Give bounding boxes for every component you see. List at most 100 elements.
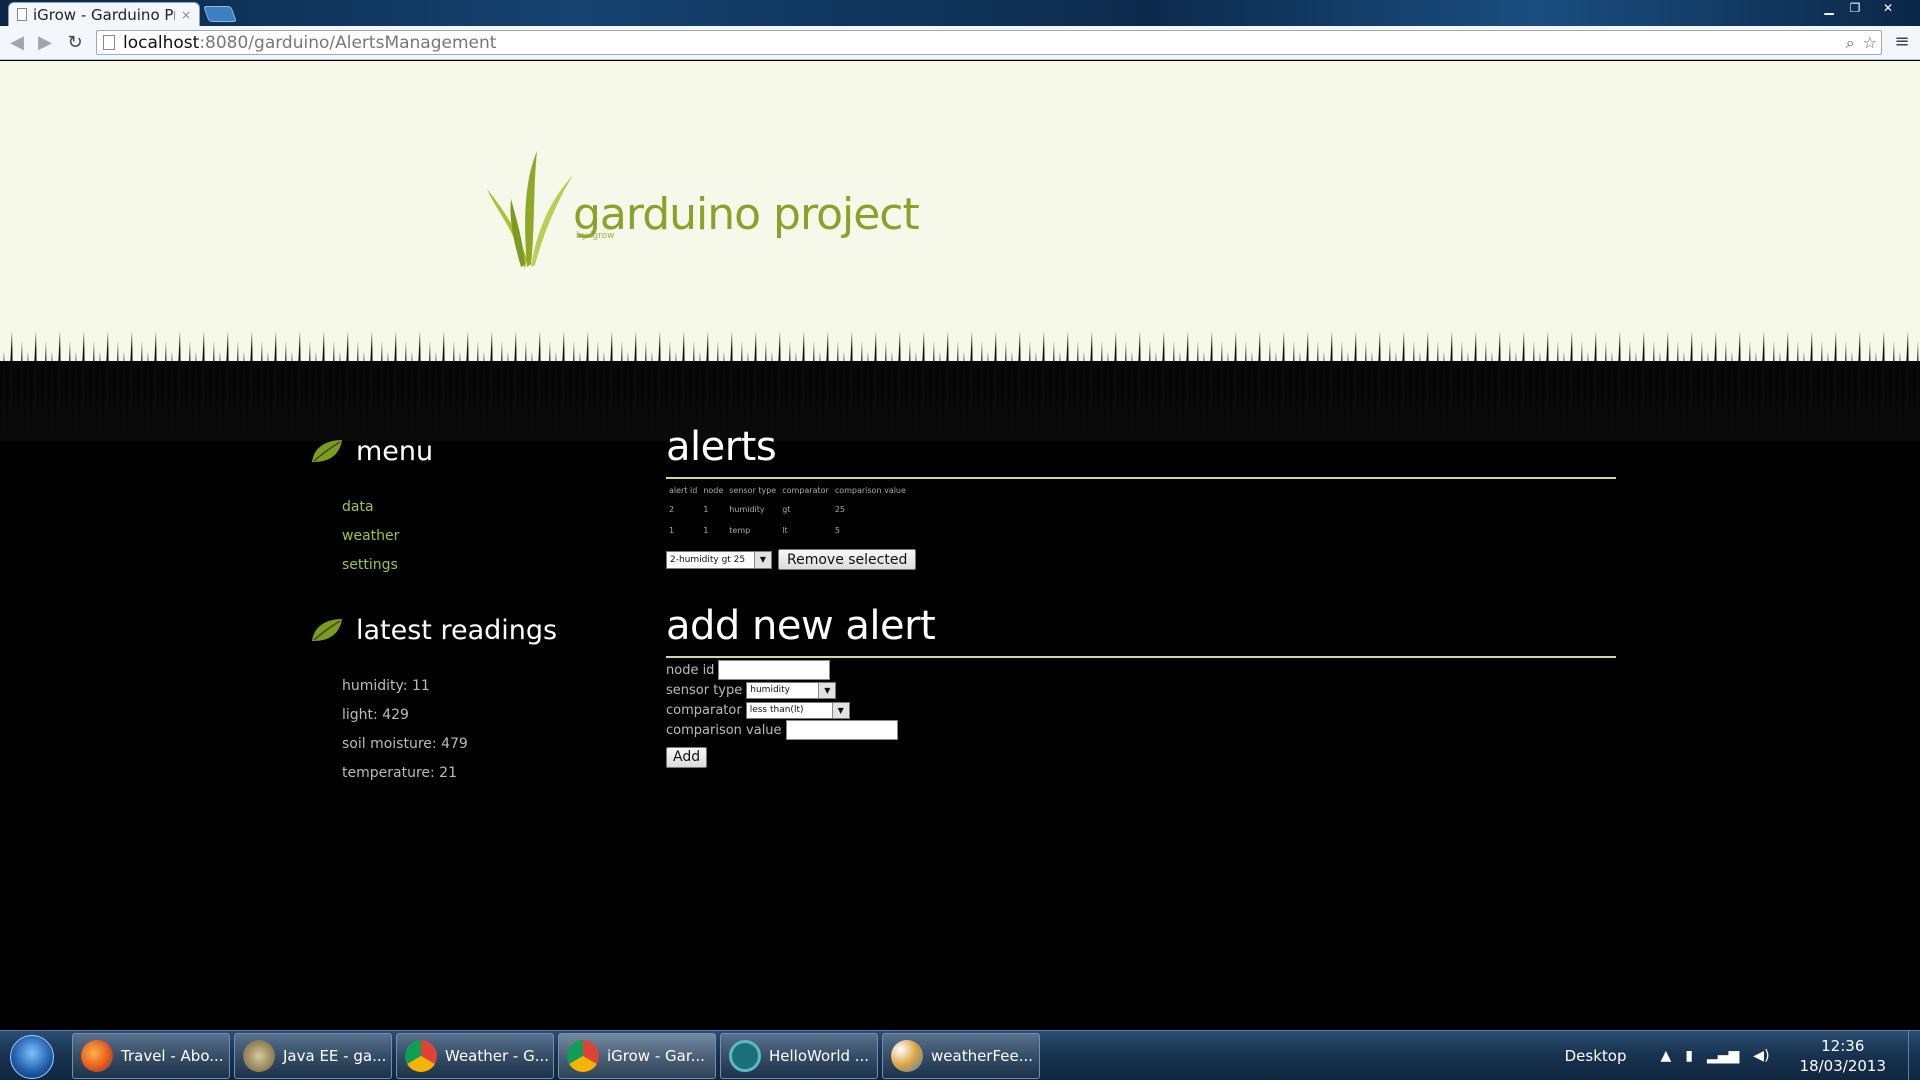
menu-list: data weather settings [342,493,610,580]
reading-temperature: temperature: 21 [342,765,457,781]
comparator-label: comparator [666,702,742,718]
node-id-row: node id [666,660,1616,680]
table-cell: 5 [834,526,840,535]
volume-icon[interactable]: ◀) [1753,1048,1769,1064]
taskbar-item-label: iGrow - Gar... [607,1047,705,1065]
table-cell: gt [782,505,791,514]
divider [666,656,1616,658]
comparison-value-input[interactable] [785,720,898,740]
clock-date: 18/03/2013 [1799,1057,1886,1075]
menu-link[interactable]: data [342,499,374,515]
node-id-input[interactable] [718,660,831,680]
table-cell: lt [782,526,788,535]
leaf-icon [312,440,342,462]
taskbar-item-chrome-weather[interactable]: Weather - G... [396,1033,554,1079]
address-bar[interactable]: localhost:8080/garduino/AlertsManagement… [96,30,1882,55]
menu-link[interactable]: settings [342,557,398,573]
sensor-type-label: sensor type [666,682,743,698]
site-logo-text[interactable]: garduino project [573,189,920,240]
taskbar-item-eclipse[interactable]: Java EE - ga... [234,1033,392,1079]
taskbar-item-label: Java EE - ga... [283,1047,387,1065]
restore-icon[interactable]: ❐ [1842,0,1868,18]
remove-alert-select[interactable]: 2-humidity gt 25 ▼ [666,550,772,569]
taskbar-item-chrome-igrow[interactable]: iGrow - Gar... [558,1033,716,1079]
column-header: comparator [782,486,829,495]
comparison-value-row: comparison value [666,720,1616,740]
power-icon[interactable]: ▮ [1685,1048,1693,1064]
node-id-label: node id [666,662,715,678]
column-header: node [703,486,724,495]
reading-humidity: humidity: 11 [342,678,430,694]
remove-alert-row: 2-humidity gt 25 ▼ Remove selected [666,549,1616,570]
taskbar-item-paint[interactable]: weatherFee... [882,1033,1040,1079]
chevron-down-icon[interactable]: ▼ [754,551,771,568]
comparison-value-label: comparison value [666,722,782,738]
remove-selected-button[interactable]: Remove selected [778,549,917,570]
bookmark-star-icon[interactable]: ☆ [1863,33,1877,52]
back-icon[interactable]: ◀ [4,31,30,55]
taskbar-item-label: weatherFee... [931,1047,1034,1065]
chevron-down-icon[interactable]: ▼ [818,682,836,698]
desktop-toolbar[interactable]: Desktop [1565,1047,1627,1065]
table-row: 2 1 humidity gt 25 [666,505,909,526]
comparator-value: less than(lt) [749,705,804,715]
taskbar-item-label: Travel - Abo... [121,1047,224,1065]
new-tab-button[interactable] [203,6,237,22]
window-controls: ▁ ❐ ✕ [1816,0,1908,18]
table-cell: temp [729,526,751,535]
chrome-icon [405,1040,437,1072]
table-header-row: alert id node sensor type comparator com… [666,484,909,505]
browser-menu-icon[interactable]: ≡ [1890,30,1914,54]
table-cell: 1 [703,526,709,535]
menu-item-settings[interactable]: settings [342,551,610,580]
zoom-icon[interactable]: ⌕ [1846,33,1855,53]
leaf-icon [312,619,342,641]
url-host: localhost [123,32,200,53]
tab-close-icon[interactable]: × [181,8,191,22]
eclipse-icon [243,1040,275,1072]
grass-banner [0,291,1920,441]
show-desktop-button[interactable] [1908,1031,1920,1080]
close-window-icon[interactable]: ✕ [1868,0,1908,18]
sensor-type-value: humidity [750,685,791,695]
menu-heading-text: menu [356,435,434,467]
reload-icon[interactable]: ↻ [62,31,88,55]
table-cell: 1 [703,505,709,514]
chevron-down-icon[interactable]: ▼ [831,702,849,718]
column-header: comparison value [834,486,906,495]
network-icon[interactable]: ▂▄▆ [1707,1048,1739,1064]
forward-icon[interactable]: ▶ [32,31,58,55]
page-icon [17,8,27,21]
arduino-icon [729,1040,761,1072]
chrome-icon [567,1040,599,1072]
browser-tab[interactable]: iGrow - Garduino Pr × [8,2,200,26]
add-alert-heading: add new alert [666,603,936,649]
system-tray: Desktop ▲ ▮ ▂▄▆ ◀) 12:36 18/03/2013 [1565,1031,1920,1080]
table-cell: 25 [834,505,845,514]
menu-link[interactable]: weather [342,528,399,544]
clock[interactable]: 12:36 18/03/2013 [1800,1036,1886,1076]
start-button[interactable] [10,1035,54,1079]
menu-item-weather[interactable]: weather [342,522,610,551]
minimize-icon[interactable]: ▁ [1816,0,1842,18]
grass-logo-icon [487,151,573,269]
menu-item-data[interactable]: data [342,493,610,522]
reading-soil-moisture: soil moisture: 479 [342,736,468,752]
sensor-type-select[interactable]: humidity ▼ [746,681,837,699]
browser-titlebar: iGrow - Garduino Pr × ▁ ❐ ✕ [0,0,1920,26]
taskbar-item-firefox[interactable]: Travel - Abo... [72,1033,230,1079]
table-cell: 1 [669,526,675,535]
add-button[interactable]: Add [666,746,708,768]
column-header: sensor type [729,486,777,495]
firefox-icon [81,1040,113,1072]
comparator-row: comparator less than(lt) ▼ [666,700,1616,720]
show-hidden-icons-icon[interactable]: ▲ [1660,1048,1671,1064]
comparator-select[interactable]: less than(lt) ▼ [745,701,850,719]
alerts-table: alert id node sensor type comparator com… [666,484,909,547]
clock-time: 12:36 [1821,1037,1865,1055]
tab-title: iGrow - Garduino Pr [33,5,175,24]
taskbar: Travel - Abo... Java EE - ga... Weather … [0,1030,1920,1080]
readings-list: humidity: 11 light: 429 soil moisture: 4… [342,672,610,788]
taskbar-item-arduino[interactable]: HelloWorld ... [720,1033,878,1079]
table-cell: 2 [669,505,675,514]
